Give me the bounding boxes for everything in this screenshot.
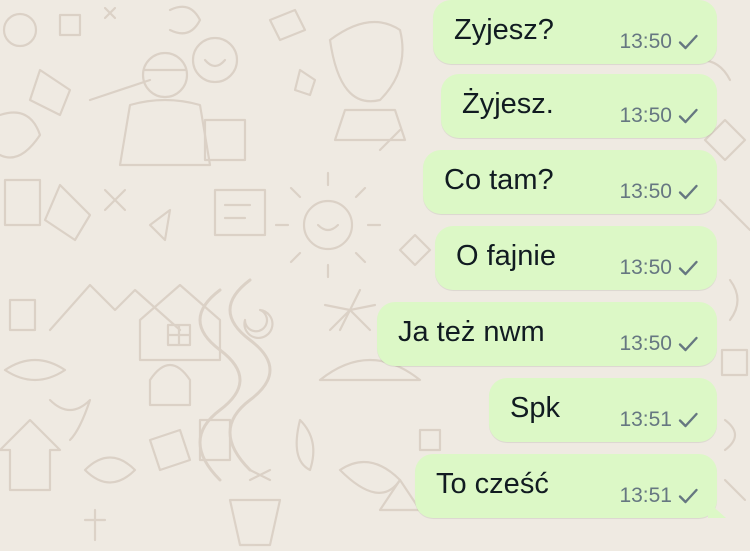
message-meta: 13:50 <box>619 180 699 204</box>
single-check-icon <box>678 488 698 504</box>
message-bubble[interactable]: Ja też nwm 13:50 <box>377 302 717 366</box>
message-meta: 13:51 <box>619 484 699 508</box>
message-time: 13:50 <box>619 256 672 279</box>
message-bubble[interactable]: Zyjesz? 13:50 <box>433 0 717 64</box>
message-meta: 13:51 <box>619 408 699 432</box>
message-text: O fajnie <box>456 240 556 272</box>
single-check-icon <box>678 260 698 276</box>
message-time: 13:51 <box>619 408 672 431</box>
single-check-icon <box>678 412 698 428</box>
message-time: 13:50 <box>619 104 672 127</box>
message-time: 13:50 <box>619 180 672 203</box>
message-bubble[interactable]: O fajnie 13:50 <box>435 226 717 290</box>
message-meta: 13:50 <box>619 256 699 280</box>
message-text: Zyjesz? <box>454 14 554 46</box>
message-meta: 13:50 <box>619 104 699 128</box>
message-bubble[interactable]: To cześć 13:51 <box>415 454 717 518</box>
message-text: Co tam? <box>444 164 554 196</box>
message-time: 13:50 <box>619 30 672 53</box>
single-check-icon <box>678 336 698 352</box>
message-time: 13:51 <box>619 484 672 507</box>
message-list: Zyjesz? 13:50 Żyjesz. 13:50 Co tam? 13:5… <box>0 0 750 551</box>
message-time: 13:50 <box>619 332 672 355</box>
message-text: Żyjesz. <box>462 88 554 120</box>
single-check-icon <box>678 184 698 200</box>
message-meta: 13:50 <box>619 30 699 54</box>
message-text: To cześć <box>436 468 549 500</box>
message-text: Spk <box>510 392 560 424</box>
single-check-icon <box>678 34 698 50</box>
single-check-icon <box>678 108 698 124</box>
message-bubble[interactable]: Żyjesz. 13:50 <box>441 74 717 138</box>
message-bubble[interactable]: Co tam? 13:50 <box>423 150 717 214</box>
message-meta: 13:50 <box>619 332 699 356</box>
message-text: Ja też nwm <box>398 316 545 348</box>
message-bubble[interactable]: Spk 13:51 <box>489 378 717 442</box>
